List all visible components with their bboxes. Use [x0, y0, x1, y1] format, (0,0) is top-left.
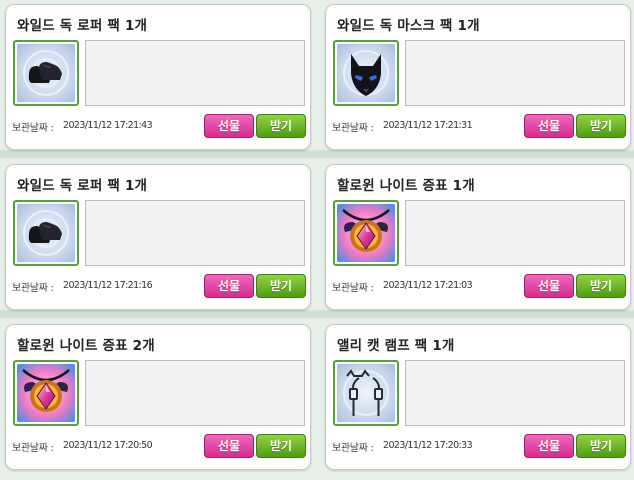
receive-button[interactable]: 받기 [256, 274, 306, 298]
gift-card: 할로윈 나이트 증표 1개 보관날짜 : 2023/11/12 17:21:03… [325, 164, 631, 310]
gift-card: 와일드 독 마스크 팩 1개 보관날짜 : 2023/11/12 17:21:3… [325, 4, 631, 150]
gift-button[interactable]: 선물 [524, 274, 574, 298]
halloween-night-token-icon [17, 364, 75, 422]
storage-date-label: 보관날짜 : [12, 123, 54, 134]
item-icon-frame [333, 200, 399, 266]
wolf-mask-icon [337, 44, 395, 102]
item-title: 앨리 캣 램프 팩 1개 [337, 338, 455, 354]
halloween-night-token-icon [337, 204, 395, 262]
alley-cat-lamp-icon [337, 364, 395, 422]
black-loafer-shoes-icon [17, 44, 75, 102]
receive-button[interactable]: 받기 [576, 114, 626, 138]
storage-date-label: 보관날짜 : [332, 283, 374, 294]
storage-date-value: 2023/11/12 17:21:31 [383, 120, 473, 131]
storage-date-value: 2023/11/12 17:20:33 [383, 440, 473, 451]
gift-message-box [405, 360, 625, 426]
gift-message-box [405, 200, 625, 266]
receive-button[interactable]: 받기 [256, 114, 306, 138]
gift-card: 와일드 독 로퍼 팩 1개 보관날짜 : 2023/11/12 17:21:16… [5, 164, 311, 310]
gift-message-box [85, 360, 305, 426]
item-title: 와일드 독 로퍼 팩 1개 [17, 18, 148, 34]
item-icon-frame [333, 40, 399, 106]
item-icon-frame [333, 360, 399, 426]
item-title: 와일드 독 로퍼 팩 1개 [17, 178, 148, 194]
receive-button[interactable]: 받기 [576, 274, 626, 298]
storage-date-label: 보관날짜 : [332, 123, 374, 134]
item-title: 할로윈 나이트 증표 1개 [337, 178, 475, 194]
gift-message-box [85, 200, 305, 266]
receive-button[interactable]: 받기 [576, 434, 626, 458]
gift-button[interactable]: 선물 [204, 114, 254, 138]
gift-button[interactable]: 선물 [524, 434, 574, 458]
storage-date-value: 2023/11/12 17:21:43 [63, 120, 153, 131]
item-icon-frame [13, 360, 79, 426]
storage-date-label: 보관날짜 : [12, 283, 54, 294]
gift-message-box [85, 40, 305, 106]
gift-button[interactable]: 선물 [204, 434, 254, 458]
gift-button[interactable]: 선물 [204, 274, 254, 298]
item-icon-frame [13, 40, 79, 106]
gift-button[interactable]: 선물 [524, 114, 574, 138]
receive-button[interactable]: 받기 [256, 434, 306, 458]
storage-date-value: 2023/11/12 17:21:03 [383, 280, 473, 291]
storage-date-label: 보관날짜 : [12, 443, 54, 454]
storage-date-label: 보관날짜 : [332, 443, 374, 454]
gift-card: 할로윈 나이트 증표 2개 보관날짜 : 2023/11/12 17:20:50… [5, 324, 311, 470]
item-icon-frame [13, 200, 79, 266]
item-title: 와일드 독 마스크 팩 1개 [337, 18, 480, 34]
item-title: 할로윈 나이트 증표 2개 [17, 338, 155, 354]
storage-date-value: 2023/11/12 17:20:50 [63, 440, 153, 451]
gift-message-box [405, 40, 625, 106]
gift-card: 앨리 캣 램프 팩 1개 보관날짜 : 2023/11/12 17:20:33 … [325, 324, 631, 470]
storage-date-value: 2023/11/12 17:21:16 [63, 280, 153, 291]
black-loafer-shoes-icon [17, 204, 75, 262]
gift-card: 와일드 독 로퍼 팩 1개 보관날짜 : 2023/11/12 17:21:43… [5, 4, 311, 150]
